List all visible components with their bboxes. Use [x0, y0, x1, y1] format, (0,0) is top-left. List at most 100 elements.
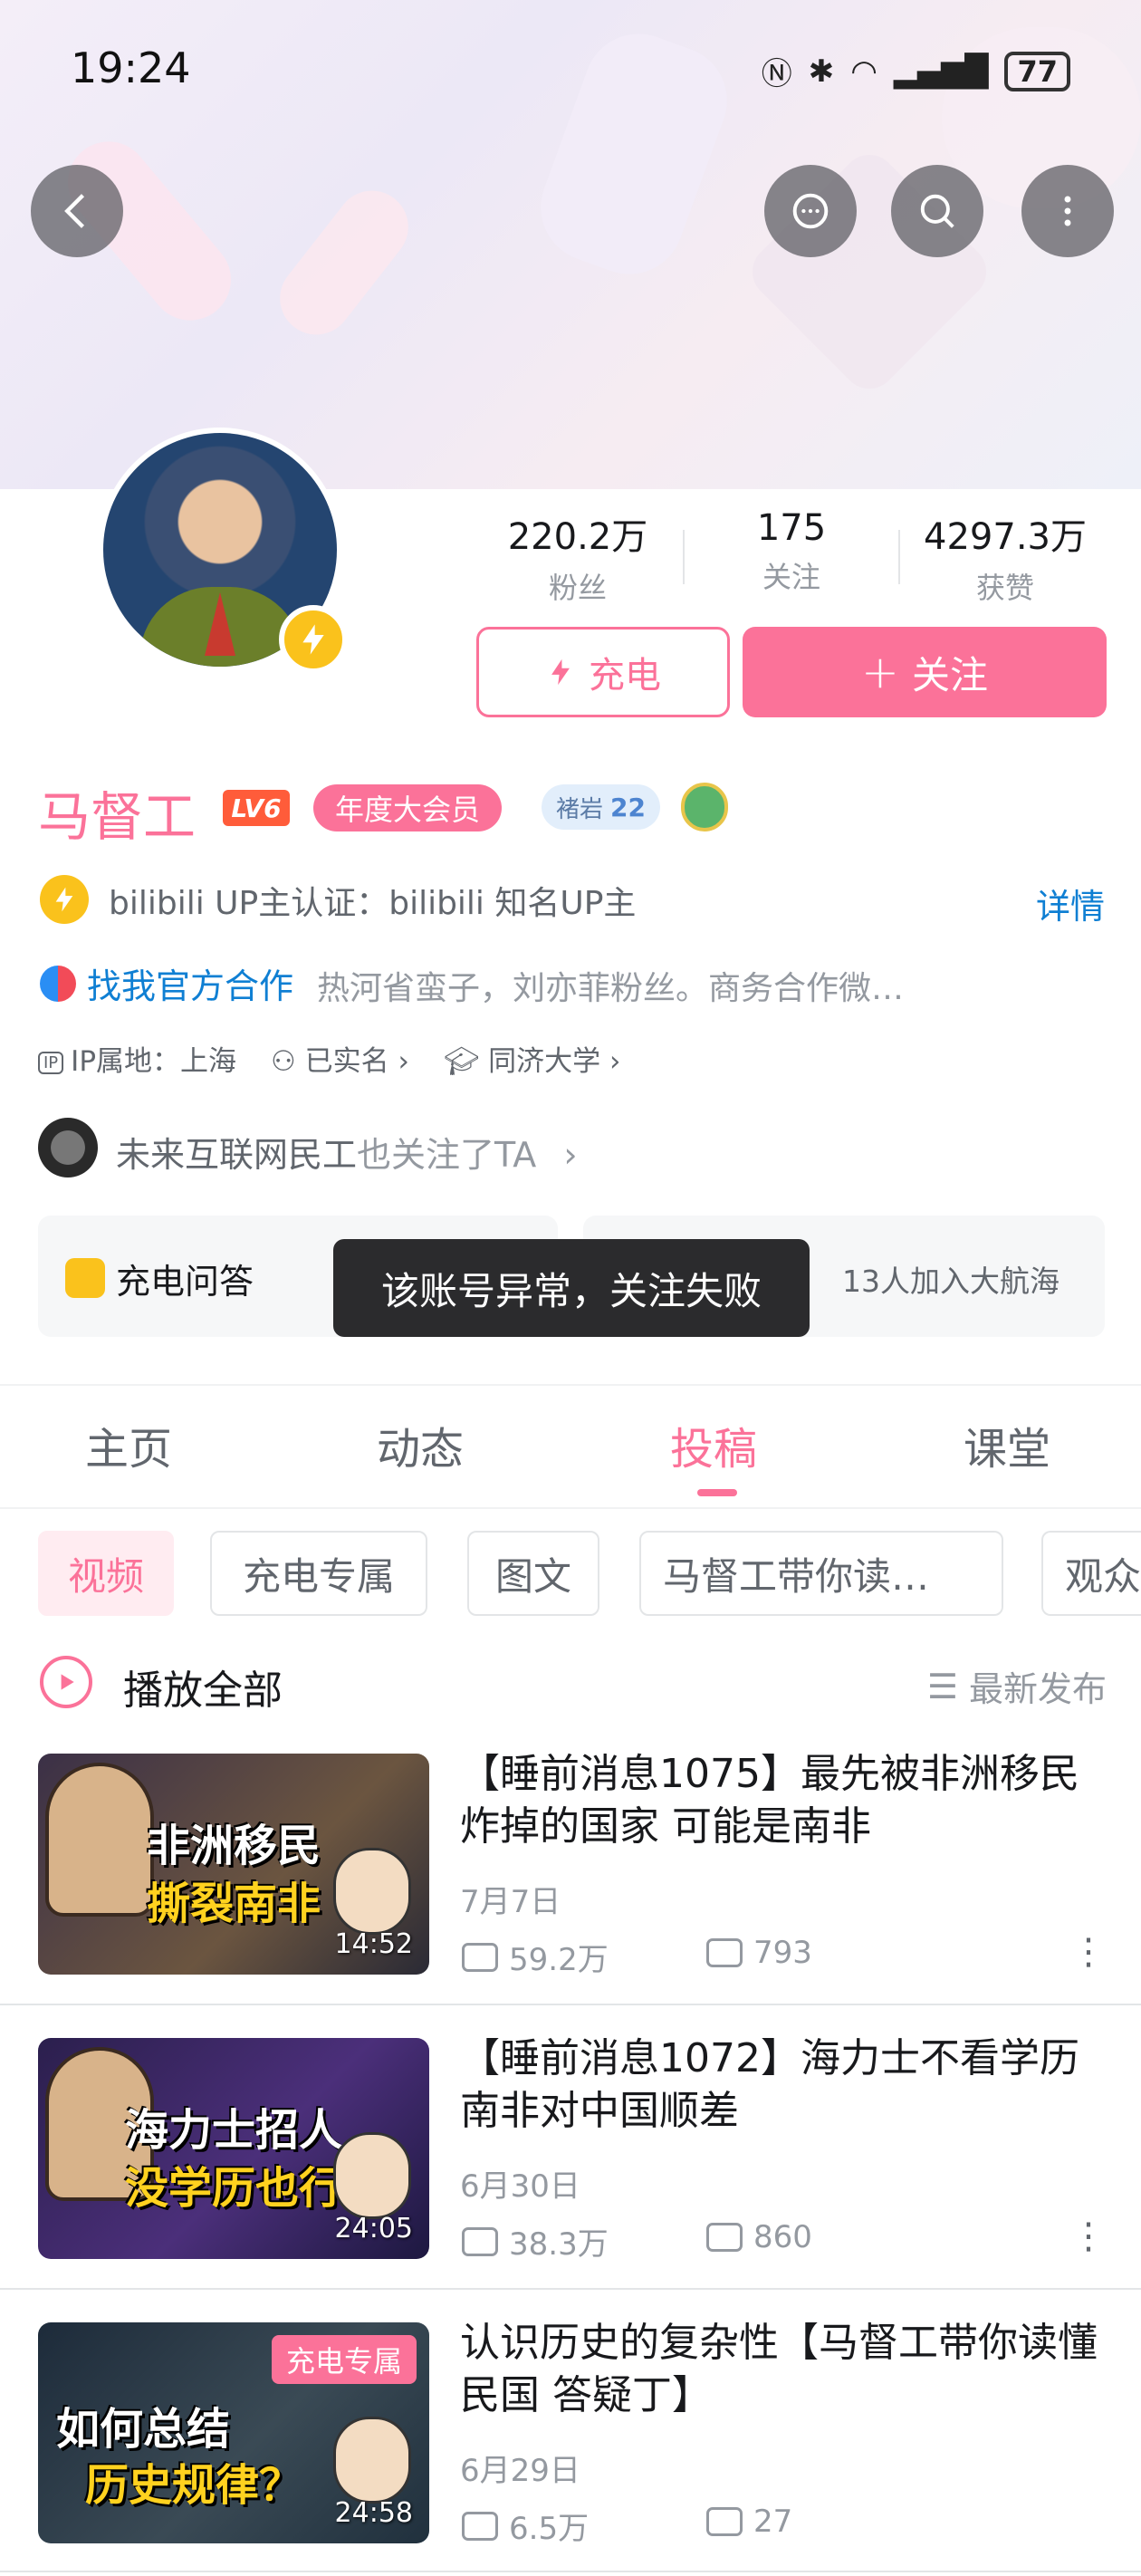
- stat-value: 220.2万: [507, 516, 648, 558]
- chat-icon: [792, 193, 829, 229]
- views-value: 38.3万: [509, 2226, 609, 2263]
- status-time: 19:24: [71, 43, 191, 92]
- video-date: 6月29日: [460, 2453, 580, 2489]
- status-bar-icons: Ⓝ ✱ ◠ ▂▄▆█ 77: [762, 49, 1070, 93]
- school-info[interactable]: 🎓︎ 同济大学 ›: [444, 1038, 620, 1079]
- tab-dynamic[interactable]: 动态: [377, 1413, 464, 1476]
- back-button[interactable]: [31, 165, 123, 257]
- play-count-icon: [462, 2226, 498, 2256]
- video-thumbnail[interactable]: 如何总结 历史规律？ 充电专属 24:58: [38, 2322, 429, 2543]
- fleet-label: 13人加入大航海: [842, 1264, 1060, 1299]
- video-thumbnail[interactable]: 非洲移民 撕裂南非 14:52: [38, 1754, 429, 1975]
- medal-name: 褚岩: [556, 795, 604, 823]
- stat-value: 175: [756, 507, 827, 549]
- stat-likes[interactable]: 4297.3万 获赞: [906, 507, 1105, 607]
- video-duration: 24:05: [334, 2213, 413, 2244]
- tab-home[interactable]: 主页: [85, 1413, 172, 1476]
- play-all-label[interactable]: 播放全部: [123, 1658, 283, 1716]
- search-icon: [920, 194, 954, 228]
- more-button[interactable]: [1021, 165, 1114, 257]
- divider: [683, 530, 685, 584]
- filter-charge-exclusive[interactable]: 充电专属: [210, 1531, 427, 1616]
- filter-image-text[interactable]: 图文: [467, 1531, 599, 1616]
- person-check-icon: ⚇: [271, 1045, 305, 1078]
- sort-control[interactable]: ☰ 最新发布: [927, 1661, 1107, 1711]
- video-more-icon[interactable]: ⋮: [1070, 1931, 1107, 1973]
- video-title[interactable]: 【睡前消息1075】最先被非洲移民炸掉的国家 可能是南非: [460, 1748, 1105, 1853]
- chevron-left-icon: [64, 194, 85, 228]
- video-duration: 24:58: [334, 2497, 413, 2529]
- video-views: 6.5万: [462, 2504, 589, 2548]
- ip-icon: IP: [38, 1052, 64, 1074]
- charge-badge-icon: [279, 605, 348, 674]
- verified-bolt-icon: [40, 875, 89, 924]
- divider: [0, 1507, 1141, 1509]
- list-icon: ☰: [926, 1666, 958, 1706]
- search-button[interactable]: [891, 165, 983, 257]
- tab-classroom[interactable]: 课堂: [964, 1413, 1050, 1476]
- play-count-icon: [462, 2511, 498, 2541]
- qa-icon: [65, 1258, 105, 1298]
- video-views: 38.3万: [462, 2219, 609, 2264]
- danmaku-icon: [706, 2223, 743, 2252]
- mutual-follow-text[interactable]: 未来互联网民工也关注了TA ›: [116, 1127, 578, 1177]
- cooperation-link[interactable]: 找我官方合作: [87, 958, 293, 1008]
- tab-uploads[interactable]: 投稿: [670, 1413, 757, 1476]
- tab-indicator: [697, 1489, 737, 1496]
- message-button[interactable]: [764, 165, 857, 257]
- wifi-icon: ◠: [850, 53, 877, 90]
- user-sign[interactable]: 热河省蛮子，刘亦菲粉丝。商务合作微…: [317, 962, 904, 1009]
- charge-exclusive-badge: 充电专属: [271, 2335, 417, 2384]
- stat-following[interactable]: 175 关注: [692, 507, 891, 596]
- stat-label: 获赞: [975, 571, 1034, 605]
- divider: [0, 2571, 1141, 2572]
- level-badge: LV6: [223, 790, 290, 826]
- school-label: 同济大学: [488, 1045, 601, 1078]
- vip-badge[interactable]: 年度大会员: [313, 784, 503, 831]
- fan-medal[interactable]: 褚岩 22: [542, 784, 660, 830]
- chevron-right-icon: ›: [563, 1135, 578, 1175]
- ip-location: IP IP属地：上海: [38, 1038, 236, 1079]
- filter-audience[interactable]: 观众: [1041, 1531, 1141, 1616]
- play-all-icon[interactable]: [40, 1656, 92, 1708]
- video-date: 6月30日: [460, 2168, 580, 2205]
- divider: [0, 1384, 1141, 1386]
- mutual-follow-suffix: 也关注了TA: [357, 1135, 537, 1175]
- bluetooth-icon: ✱: [808, 53, 835, 90]
- realname-info[interactable]: ⚇ 已实名 ›: [271, 1038, 409, 1079]
- divider: [0, 2288, 1141, 2290]
- meta-row: IP IP属地：上海 ⚇ 已实名 › 🎓︎ 同济大学 ›: [38, 1038, 620, 1079]
- video-thumbnail[interactable]: 海力士招人 没学历也行 24:05: [38, 2038, 429, 2259]
- detail-link[interactable]: 详情: [1036, 879, 1105, 928]
- play-count-icon: [462, 1942, 498, 1972]
- verify-text: bilibili UP主认证：bilibili 知名UP主: [109, 885, 637, 922]
- follow-button[interactable]: + 关注: [743, 627, 1107, 717]
- danmaku-icon: [706, 1938, 743, 1967]
- stat-fans[interactable]: 220.2万 粉丝: [478, 507, 677, 607]
- filter-series[interactable]: 马督工带你读…: [639, 1531, 1003, 1616]
- mutual-fan-avatar[interactable]: [38, 1118, 98, 1177]
- video-comments: 27: [706, 2504, 792, 2540]
- more-vertical-icon: [1064, 196, 1071, 226]
- plus-icon: +: [861, 646, 899, 698]
- filter-video[interactable]: 视频: [38, 1531, 174, 1616]
- medal-level: 22: [610, 792, 646, 822]
- comments-value: 27: [753, 2504, 793, 2540]
- video-title[interactable]: 认识历史的复杂性【马督工带你读懂民国 答疑丁】: [460, 2317, 1105, 2422]
- video-comments: 860: [706, 2219, 812, 2255]
- charge-button[interactable]: 充电: [476, 627, 730, 717]
- divider: [898, 530, 900, 584]
- battery-indicator: 77: [1004, 51, 1070, 91]
- qa-label: 充电问答: [116, 1262, 254, 1302]
- video-title[interactable]: 【睡前消息1072】海力士不看学历 南非对中国顺差: [460, 2033, 1105, 2138]
- danmaku-icon: [706, 2507, 743, 2536]
- graduation-cap-icon: 🎓︎: [443, 1045, 489, 1078]
- comments-value: 860: [753, 2219, 812, 2255]
- video-more-icon[interactable]: ⋮: [1070, 2216, 1107, 2257]
- toast-message: 该账号异常，关注失败: [333, 1239, 810, 1337]
- video-comments: 793: [706, 1935, 812, 1971]
- follow-label: 关注: [911, 652, 988, 697]
- crest-icon[interactable]: [681, 783, 728, 831]
- video-duration: 14:52: [334, 1928, 413, 1960]
- mutual-fan-name: 未来互联网民工: [116, 1135, 358, 1175]
